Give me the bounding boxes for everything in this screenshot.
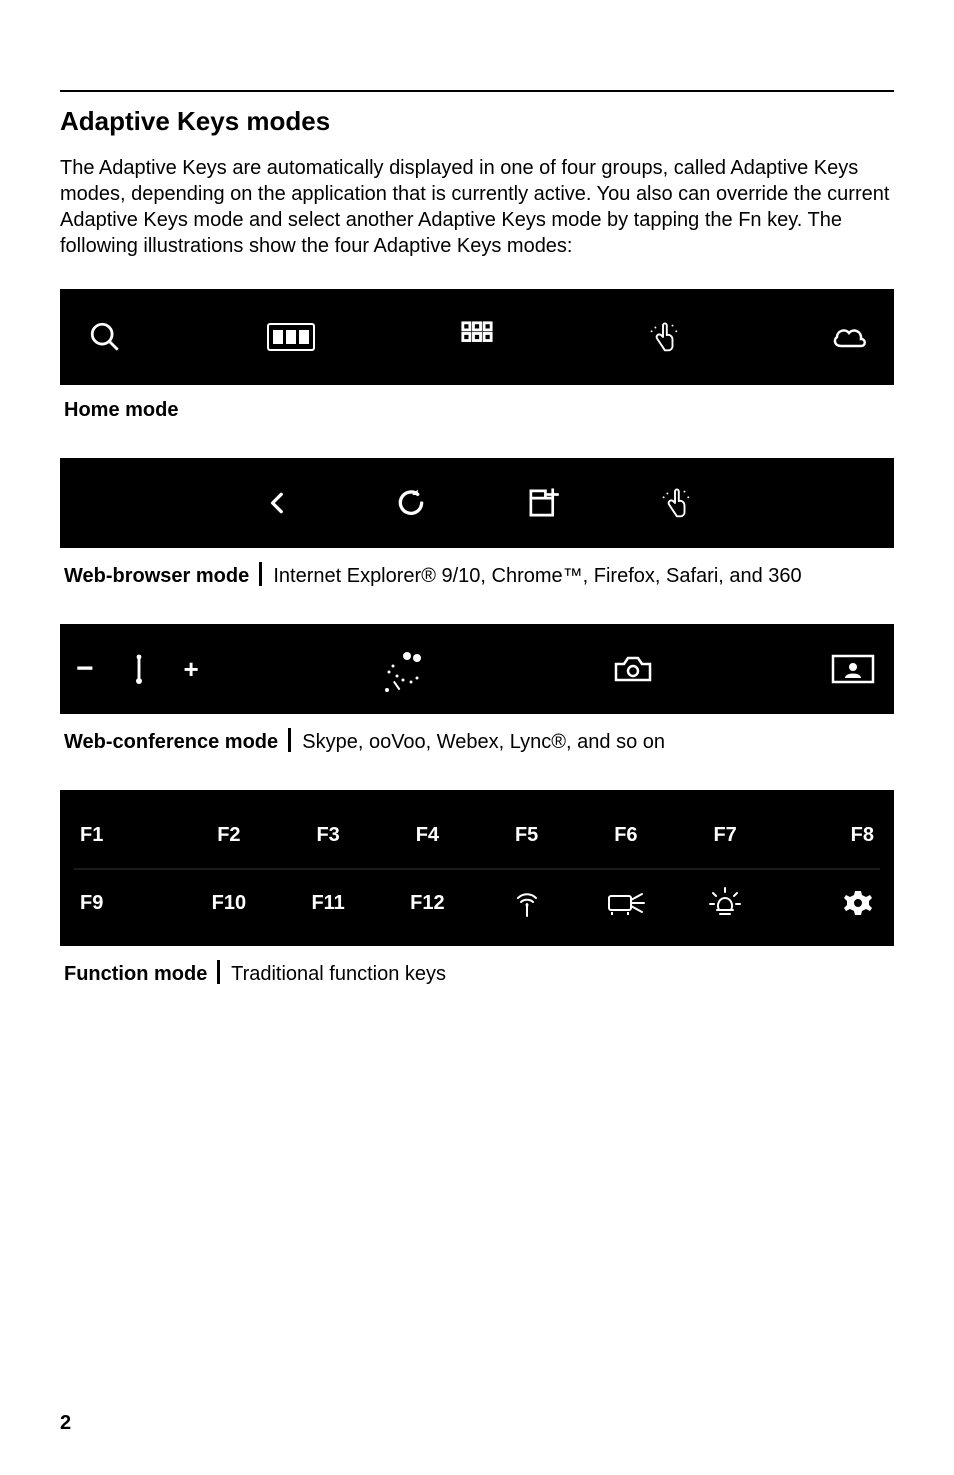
f9-key: F9 (74, 870, 179, 936)
f6-key: F6 (576, 802, 675, 868)
microphone-icon (114, 644, 164, 694)
f11-key: F11 (279, 870, 378, 936)
brightness-icon (676, 870, 775, 936)
web-browser-label: Web-browser mode Internet Explorer® 9/10… (64, 562, 894, 588)
gesture-icon (638, 312, 688, 362)
web-conference-label: Web-conference mode Skype, ooVoo, Webex,… (64, 728, 894, 754)
web-browser-bar (60, 458, 894, 548)
background-blur-icon (368, 644, 438, 694)
gesture-icon (650, 478, 700, 528)
f7-key: F7 (676, 802, 775, 868)
share-screen-icon (828, 644, 878, 694)
settings-gear-icon (775, 870, 880, 936)
f1-key: F1 (74, 802, 179, 868)
f3-key: F3 (279, 802, 378, 868)
home-mode-bar (60, 289, 894, 385)
camera-icon (608, 644, 658, 694)
web-conference-bar: − + (60, 624, 894, 714)
intro-paragraph: The Adaptive Keys are automatically disp… (60, 155, 894, 259)
f8-key: F8 (775, 802, 880, 868)
home-mode-label: Home mode (64, 399, 894, 422)
mic-plus-icon: + (184, 654, 199, 685)
cloud-icon (824, 312, 874, 362)
f5-key: F5 (477, 802, 576, 868)
section-title: Adaptive Keys modes (60, 106, 894, 137)
f2-key: F2 (179, 802, 278, 868)
function-mode-label: Function mode Traditional function keys (64, 960, 894, 986)
search-icon (80, 312, 130, 362)
apps-window-icon (266, 312, 316, 362)
back-icon (253, 478, 303, 528)
f10-key: F10 (179, 870, 278, 936)
refresh-icon (386, 478, 436, 528)
projector-icon (576, 870, 675, 936)
page-number: 2 (60, 1412, 71, 1435)
mic-minus-icon: − (76, 652, 94, 686)
function-mode-bar: F1 F2 F3 F4 F5 F6 F7 F8 F9 F10 F11 F12 (60, 790, 894, 946)
wireless-icon (477, 870, 576, 936)
f4-key: F4 (378, 802, 477, 868)
grid-icon (452, 312, 502, 362)
new-tab-icon (518, 478, 568, 528)
f12-key: F12 (378, 870, 477, 936)
